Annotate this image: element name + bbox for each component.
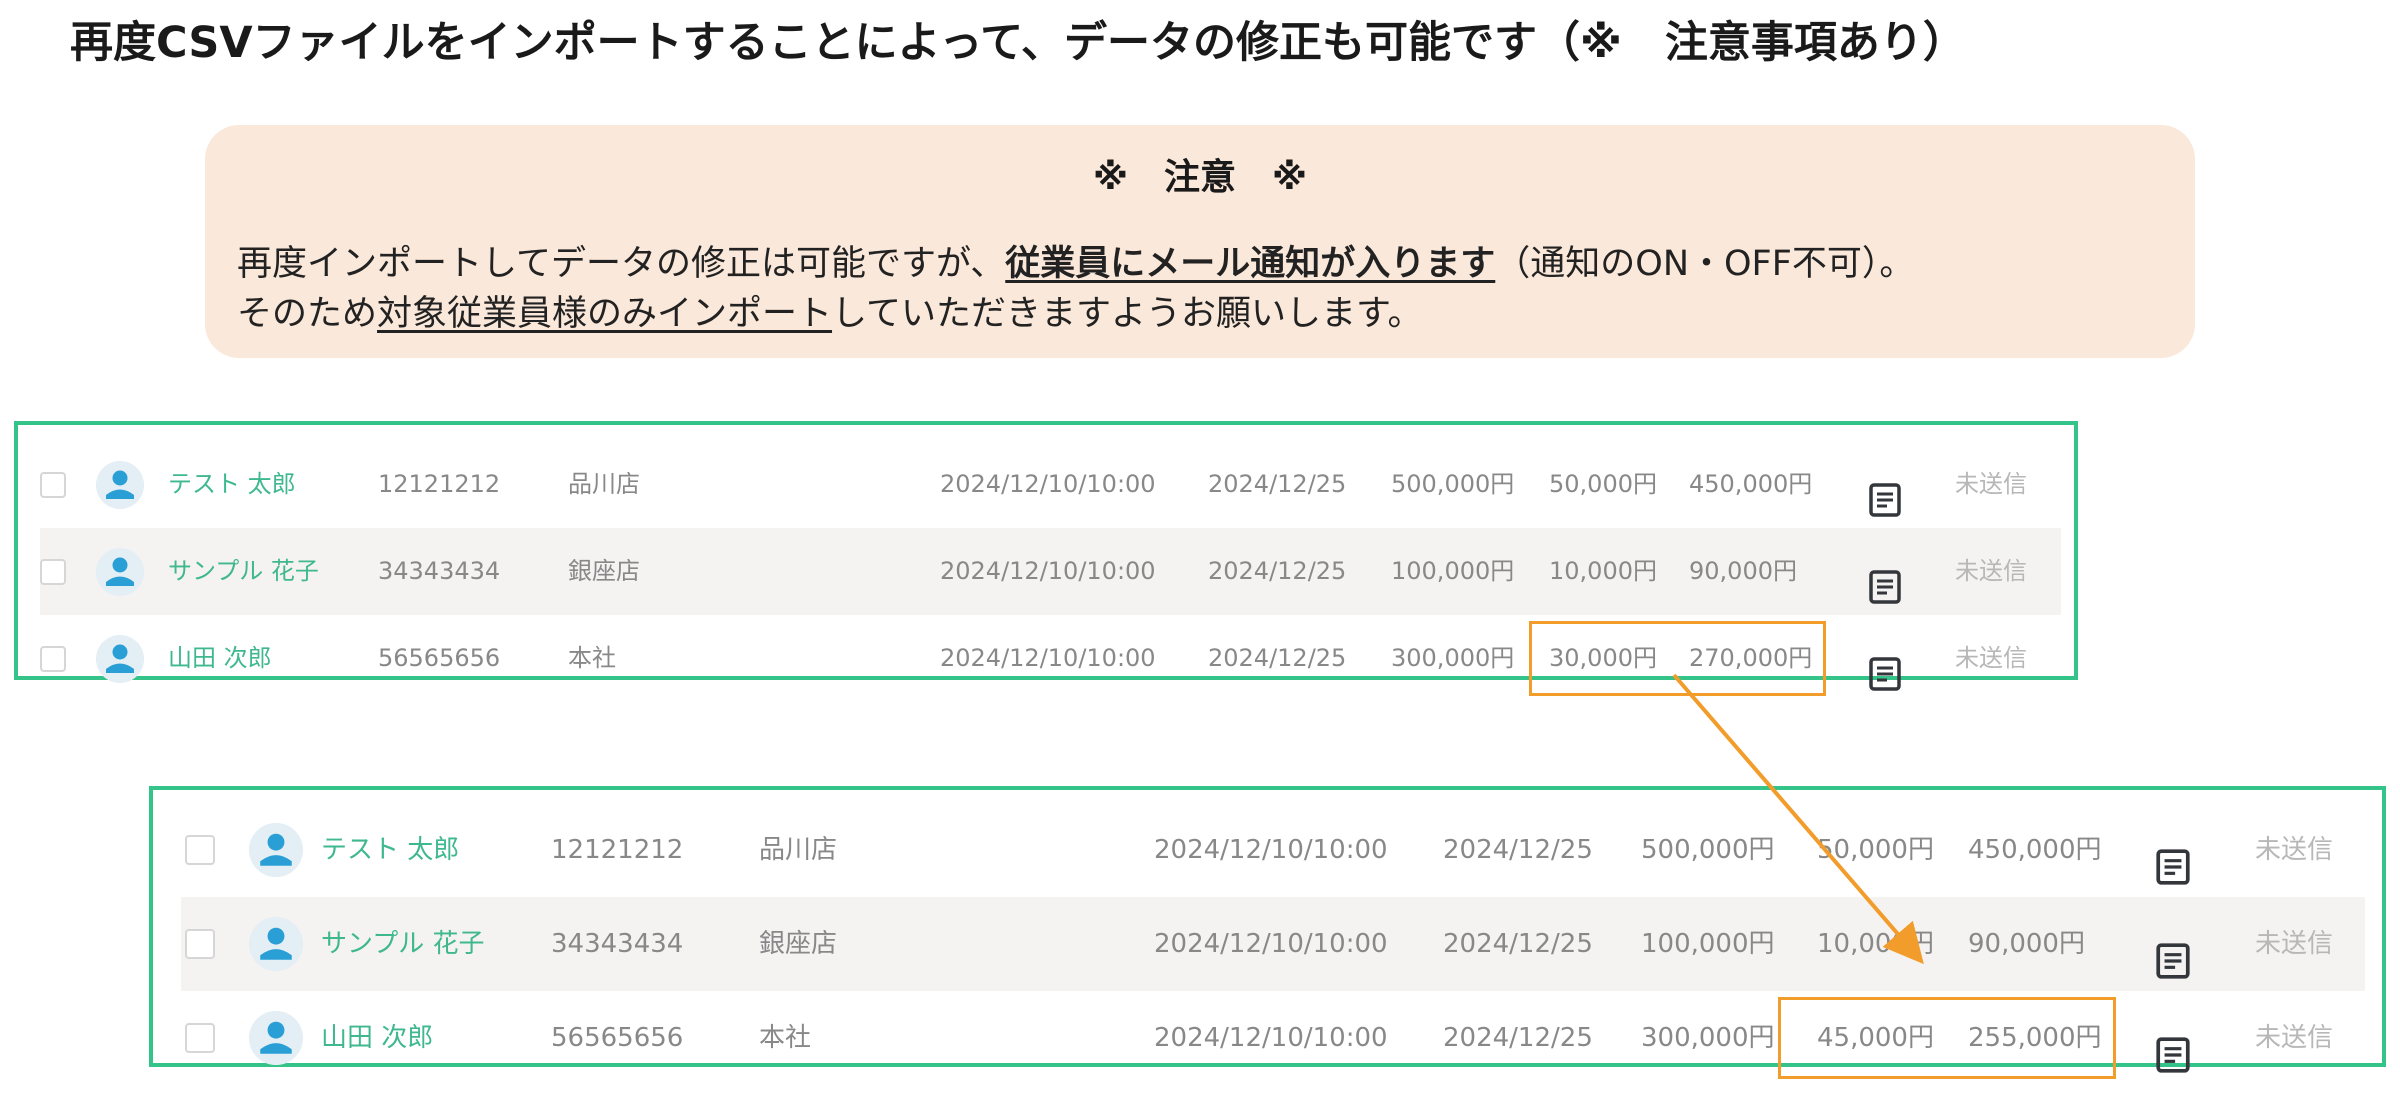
notice-line-1-text: 再度インポートしてデータの修正は可能ですが、 xyxy=(237,244,1006,284)
person-avatar-icon xyxy=(96,634,144,683)
notice-line-2-emphasis: 対象従業員様のみインポート xyxy=(377,294,833,334)
gross-amount: 100,000円 xyxy=(1641,929,1775,959)
send-datetime: 2024/12/10/10:00 xyxy=(1154,929,1388,959)
notice-heading: ※ 注意 ※ xyxy=(1093,157,1307,198)
payment-date: 2024/12/25 xyxy=(1443,929,1593,959)
store-name: 本社 xyxy=(759,1023,812,1053)
gross-amount: 300,000円 xyxy=(1391,644,1515,672)
employee-id: 12121212 xyxy=(551,835,684,865)
employee-name[interactable]: テスト 太郎 xyxy=(321,803,459,897)
send-datetime: 2024/12/10/10:00 xyxy=(1154,835,1388,865)
person-avatar-icon xyxy=(96,547,144,596)
changed-values-highlight xyxy=(1778,997,2116,1079)
notice-line-2: そのため対象従業員様のみインポートしていただきますようお願いします。 xyxy=(237,285,1422,336)
gross-amount: 500,000円 xyxy=(1391,470,1515,498)
checkbox-icon[interactable] xyxy=(185,835,215,865)
checkbox-icon[interactable] xyxy=(185,929,215,959)
person-avatar-icon xyxy=(249,917,303,971)
deduction-amount: 50,000円 xyxy=(1549,470,1657,498)
checkbox-icon[interactable] xyxy=(185,1023,215,1053)
table-row: テスト 太郎 12121212 品川店 2024/12/10/10:00 2024/12… xyxy=(153,803,2382,897)
send-datetime: 2024/12/10/10:00 xyxy=(1154,1023,1388,1053)
net-amount: 450,000円 xyxy=(1689,470,1813,498)
changed-values-highlight xyxy=(1529,621,1826,696)
send-status: 未送信 xyxy=(1955,644,2027,672)
document-icon[interactable] xyxy=(2154,925,2192,979)
store-name: 銀座店 xyxy=(759,929,838,959)
net-amount: 90,000円 xyxy=(1689,557,1797,585)
employee-id: 56565656 xyxy=(378,644,501,672)
send-datetime: 2024/12/10/10:00 xyxy=(940,644,1156,672)
net-amount: 450,000円 xyxy=(1968,835,2102,865)
employee-id: 12121212 xyxy=(378,470,501,498)
notice-line-1-emphasis: 従業員にメール通知が入ります xyxy=(1005,244,1496,284)
person-avatar-icon xyxy=(96,460,144,509)
deduction-amount: 10,000円 xyxy=(1549,557,1657,585)
document-icon[interactable] xyxy=(2154,831,2192,885)
payment-date: 2024/12/25 xyxy=(1208,644,1347,672)
payment-date: 2024/12/25 xyxy=(1208,557,1347,585)
employee-id: 34343434 xyxy=(551,929,684,959)
deduction-amount: 10,000円 xyxy=(1817,929,1934,959)
employee-name[interactable]: サンプル 花子 xyxy=(321,897,485,991)
employee-name[interactable]: 山田 次郎 xyxy=(321,991,433,1085)
notice-line-2-tail: していただきますようお願いします。 xyxy=(832,294,1423,334)
table-before-import: テスト 太郎 12121212 品川店 2024/12/10/10:00 2024/12… xyxy=(14,421,2078,696)
send-status: 未送信 xyxy=(1955,470,2027,498)
table-row: サンプル 花子 34343434 銀座店 2024/12/10/10:00 2024/1… xyxy=(18,528,2074,615)
employee-name[interactable]: サンプル 花子 xyxy=(168,528,319,615)
document-icon[interactable] xyxy=(2154,1019,2192,1073)
person-avatar-icon xyxy=(249,823,303,877)
net-amount: 90,000円 xyxy=(1968,929,2085,959)
employee-name[interactable]: 山田 次郎 xyxy=(168,615,272,702)
gross-amount: 300,000円 xyxy=(1641,1023,1775,1053)
store-name: 品川店 xyxy=(568,470,640,498)
checkbox-icon[interactable] xyxy=(40,645,66,672)
notice-line-2-text: そのため xyxy=(237,294,378,334)
send-datetime: 2024/12/10/10:00 xyxy=(940,470,1156,498)
gross-amount: 500,000円 xyxy=(1641,835,1775,865)
send-datetime: 2024/12/10/10:00 xyxy=(940,557,1156,585)
table-row: サンプル 花子 34343434 銀座店 2024/12/10/10:00 2024/1… xyxy=(153,897,2382,991)
employee-name[interactable]: テスト 太郎 xyxy=(168,441,296,528)
payment-date: 2024/12/25 xyxy=(1443,835,1593,865)
table-row: テスト 太郎 12121212 品川店 2024/12/10/10:00 2024/12… xyxy=(18,441,2074,528)
notice-box: ※ 注意 ※ 再度インポートしてデータの修正は可能ですが、従業員にメール通知が入… xyxy=(205,125,2195,358)
store-name: 本社 xyxy=(568,644,616,672)
notice-line-1: 再度インポートしてデータの修正は可能ですが、従業員にメール通知が入ります（通知の… xyxy=(237,235,1914,286)
employee-id: 56565656 xyxy=(551,1023,684,1053)
send-status: 未送信 xyxy=(2255,929,2334,959)
employee-id: 34343434 xyxy=(378,557,501,585)
gross-amount: 100,000円 xyxy=(1391,557,1515,585)
checkbox-icon[interactable] xyxy=(40,558,66,585)
table-after-import: テスト 太郎 12121212 品川店 2024/12/10/10:00 2024/12… xyxy=(149,786,2386,1079)
send-status: 未送信 xyxy=(2255,835,2334,865)
store-name: 品川店 xyxy=(759,835,838,865)
document-icon[interactable] xyxy=(1867,554,1903,604)
deduction-amount: 50,000円 xyxy=(1817,835,1934,865)
document-icon[interactable] xyxy=(1867,641,1903,691)
page-title: 再度CSVファイルをインポートすることによって、データの修正も可能です（※ 注意… xyxy=(70,18,1966,68)
notice-line-1-tail: （通知のON・OFF不可）。 xyxy=(1495,244,1915,284)
send-status: 未送信 xyxy=(2255,1023,2334,1053)
payment-date: 2024/12/25 xyxy=(1443,1023,1593,1053)
payment-date: 2024/12/25 xyxy=(1208,470,1347,498)
person-avatar-icon xyxy=(249,1011,303,1065)
checkbox-icon[interactable] xyxy=(40,471,66,498)
send-status: 未送信 xyxy=(1955,557,2027,585)
store-name: 銀座店 xyxy=(568,557,640,585)
document-icon[interactable] xyxy=(1867,467,1903,517)
